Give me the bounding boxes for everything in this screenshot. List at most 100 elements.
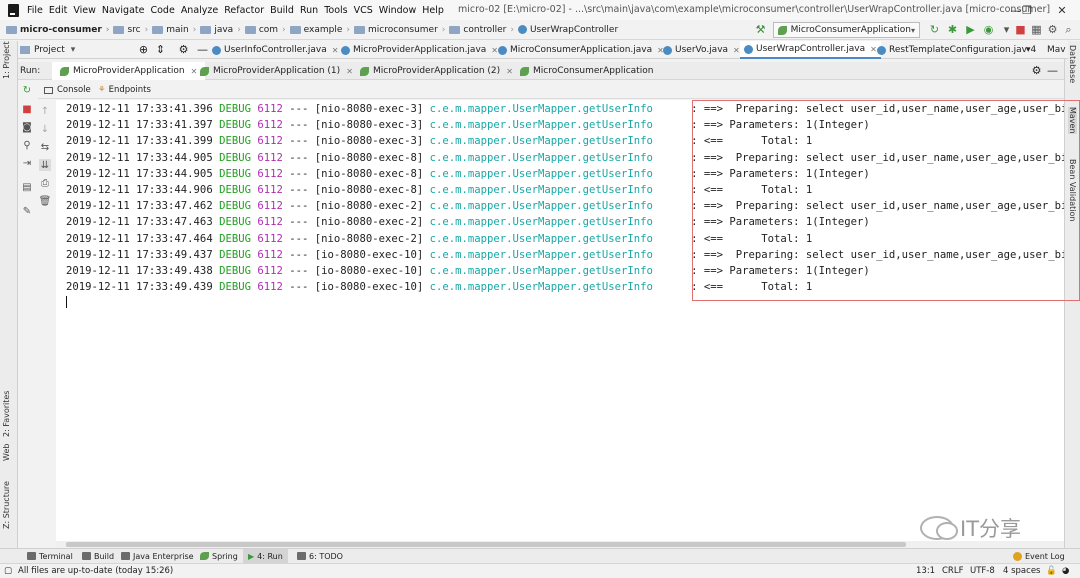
web-tool-tab[interactable]: Web	[2, 444, 11, 461]
rerun-icon[interactable]: ↻	[928, 23, 941, 36]
console-tab[interactable]: Console	[44, 81, 91, 99]
search-icon[interactable]: ⌕	[1062, 23, 1075, 36]
project-tool-tab[interactable]: 1: Project	[2, 41, 11, 79]
close-icon[interactable]: ✕	[733, 46, 740, 55]
profile-icon[interactable]: ◉	[982, 23, 995, 36]
run-tab-microconsumer[interactable]: MicroConsumerApplication	[512, 62, 661, 80]
project-view-dropdown[interactable]: Project ▾	[20, 41, 75, 59]
run-subtabs-bar	[38, 81, 1064, 99]
menu-navigate[interactable]: Navigate	[102, 5, 151, 16]
menu-build[interactable]: Build	[270, 5, 300, 16]
menu-window[interactable]: Window	[379, 5, 422, 16]
close-window-button[interactable]: ✕	[1044, 0, 1080, 20]
spring-leaf-icon	[520, 66, 529, 76]
trash-icon[interactable]: 🗑	[39, 195, 52, 207]
build-tab[interactable]: Build	[77, 549, 119, 563]
rerun-icon[interactable]: ↻	[21, 84, 33, 96]
file-encoding[interactable]: UTF-8	[970, 564, 995, 578]
build-hammer-icon[interactable]: ⚒	[754, 23, 767, 36]
hide-panel-icon[interactable]: —	[1046, 64, 1059, 77]
indent-setting[interactable]: 4 spaces	[1003, 564, 1040, 578]
tabs-overflow-button[interactable]: ▾ 4	[1022, 41, 1040, 59]
breadcrumb-item[interactable]: com ›	[244, 25, 290, 35]
notifications-icon[interactable]: ◕	[1062, 564, 1069, 578]
tab-uservo[interactable]: UserVo.java ✕	[659, 41, 744, 59]
breadcrumb-item[interactable]: example ›	[289, 25, 354, 35]
down-arrow-icon[interactable]: ↓	[39, 123, 51, 135]
breadcrumb-item[interactable]: microconsumer ›	[354, 25, 449, 35]
tab-userwrapcontroller[interactable]: UserWrapController.java ✕	[740, 41, 881, 59]
debug-bug-icon[interactable]: ✱	[946, 23, 959, 36]
run-tab-microprovider-2[interactable]: MicroProviderApplication (2) ✕	[352, 62, 521, 80]
gear-icon[interactable]: ⚙	[1030, 64, 1043, 77]
menu-help[interactable]: Help	[422, 5, 450, 16]
run-tab-microprovider[interactable]: MicroProviderApplication ✕	[52, 62, 206, 80]
menu-run[interactable]: Run	[300, 5, 324, 16]
favorites-tool-tab[interactable]: 2: Favorites	[2, 391, 11, 437]
log-pid: 6112	[257, 135, 283, 148]
menu-analyze[interactable]: Analyze	[181, 5, 224, 16]
horizontal-scrollbar[interactable]	[56, 541, 1064, 548]
run-tab-microprovider-1[interactable]: MicroProviderApplication (1) ✕	[192, 62, 361, 80]
structure-tool-tab[interactable]: Z: Structure	[2, 481, 11, 529]
menu-code[interactable]: Code	[150, 5, 180, 16]
breadcrumb-item[interactable]: java ›	[200, 25, 244, 35]
stop-icon[interactable]: ■	[21, 103, 33, 115]
chevron-right-icon: ›	[105, 24, 110, 35]
tab-userinfocontroller[interactable]: UserInfoController.java ✕	[208, 41, 342, 59]
todo-tab[interactable]: 6: TODO	[292, 549, 348, 563]
breadcrumb-item[interactable]: UserWrapController	[517, 25, 618, 35]
pin-icon[interactable]: ✎	[21, 205, 33, 217]
tabs-overflow-count: 4	[1030, 45, 1037, 55]
print-icon[interactable]: ⎙	[39, 177, 51, 189]
run-config-dropdown[interactable]: MicroConsumerApplication ▾	[773, 22, 920, 38]
soft-wrap-icon[interactable]: ⇆	[39, 141, 51, 153]
stop-icon[interactable]: ■	[1014, 23, 1027, 36]
breadcrumb-item[interactable]: micro-consumer ›	[6, 25, 113, 35]
terminal-tab[interactable]: Terminal	[22, 549, 78, 563]
tab-microconsumerapplication[interactable]: MicroConsumerApplication.java ✕	[494, 41, 668, 59]
breadcrumb-item[interactable]: src ›	[113, 25, 152, 35]
exit-icon[interactable]: ⇥	[21, 157, 33, 169]
lock-icon[interactable]: 🔓	[1046, 564, 1057, 578]
bottom-tab-label: 6: TODO	[309, 551, 343, 561]
java-enterprise-tab[interactable]: Java Enterprise	[116, 549, 199, 563]
bottom-tab-label: Spring	[212, 551, 238, 561]
tab-microproviderapplication[interactable]: MicroProviderApplication.java ✕	[337, 41, 502, 59]
tab-label: MicroProviderApplication.java	[353, 45, 487, 55]
tab-resttemplateconfiguration[interactable]: RestTemplateConfiguration.jav	[873, 41, 1031, 59]
caret-position[interactable]: 13:1	[916, 564, 935, 578]
endpoints-tab[interactable]: ⚘ Endpoints	[98, 81, 151, 99]
breadcrumb-item[interactable]: main ›	[152, 25, 200, 35]
maximize-button[interactable]: ❐	[1010, 0, 1044, 20]
menu-tools[interactable]: Tools	[324, 5, 353, 16]
event-log-tab[interactable]: Event Log	[1008, 549, 1070, 563]
scroll-to-end-icon[interactable]: ⇊	[39, 159, 51, 171]
camera-icon[interactable]: ◙	[21, 121, 33, 133]
project-structure-icon[interactable]: ▦	[1030, 23, 1043, 36]
layout-icon[interactable]: ▤	[21, 181, 33, 193]
run-tab[interactable]: ▶ 4: Run	[243, 549, 288, 563]
scrollbar-thumb[interactable]	[66, 542, 906, 547]
collapse-icon[interactable]: ⇕	[154, 43, 167, 56]
log-thread: --- [io-8080-exec-10]	[289, 248, 424, 261]
class-icon	[341, 45, 350, 55]
menu-view[interactable]: View	[73, 5, 102, 16]
locate-target-icon[interactable]: ⊕	[137, 43, 150, 56]
line-separator[interactable]: CRLF	[942, 564, 963, 578]
endpoints-icon: ⚘	[98, 85, 106, 95]
gear-icon[interactable]: ⚙	[177, 43, 190, 56]
menu-file[interactable]: File	[27, 5, 49, 16]
settings-wrench-icon[interactable]: ⚙	[1046, 23, 1059, 36]
breadcrumb-label: src	[127, 24, 141, 35]
tab-maven-truncated[interactable]: Mav	[1043, 41, 1070, 59]
spring-tab[interactable]: Spring	[195, 549, 243, 563]
coverage-icon[interactable]: ▶	[964, 23, 977, 36]
up-arrow-icon[interactable]: ↑	[39, 105, 51, 117]
breadcrumb-item[interactable]: controller ›	[449, 25, 518, 35]
menu-vcs[interactable]: VCS	[354, 5, 379, 16]
menu-refactor[interactable]: Refactor	[224, 5, 270, 16]
menu-edit[interactable]: Edit	[49, 5, 73, 16]
attach-icon[interactable]: ▾	[1000, 23, 1013, 36]
dump-threads-icon[interactable]: ⚲	[21, 139, 33, 151]
